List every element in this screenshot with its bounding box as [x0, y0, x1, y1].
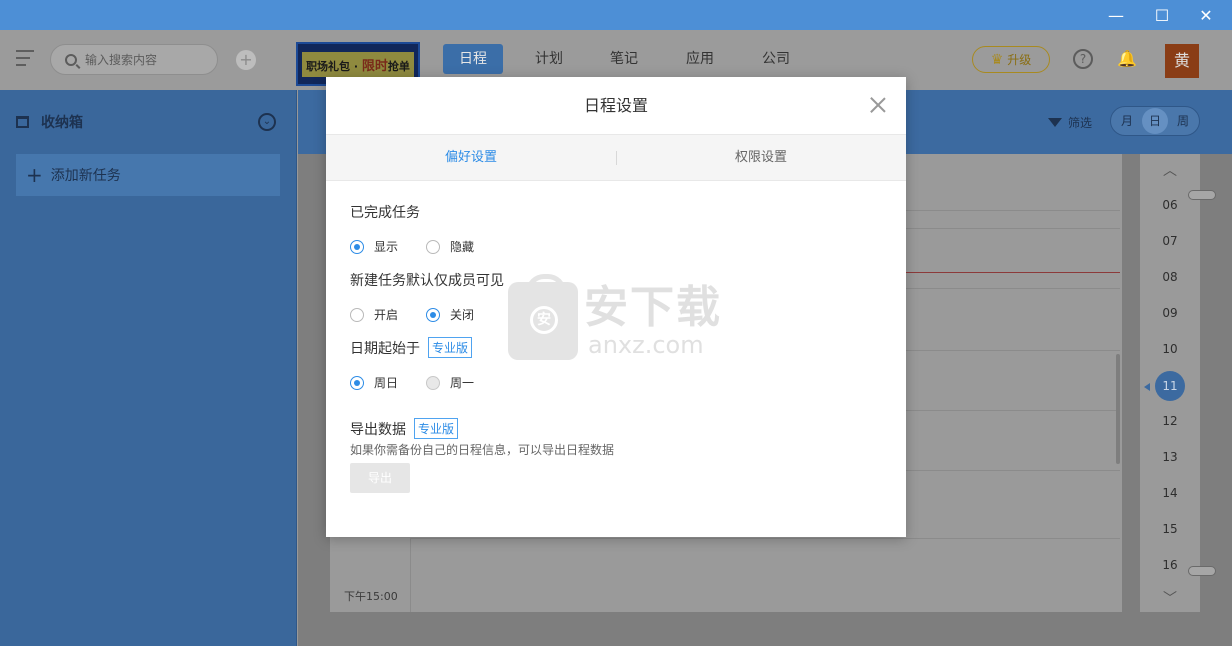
filter-icon [1048, 118, 1062, 127]
slider-handle-top[interactable] [1188, 190, 1216, 200]
add-task-button[interactable]: + 添加新任务 [16, 154, 280, 196]
shopping-bag-icon: 安 [508, 274, 578, 360]
export-hint: 如果你需备份自己的日程信息，可以导出日程数据 [350, 443, 615, 457]
radio-dot [350, 307, 364, 322]
filter-button[interactable]: 筛选 [1048, 114, 1092, 131]
hour-item[interactable]: 09 [1140, 306, 1200, 320]
hour-item[interactable]: 06 [1140, 198, 1200, 212]
radio-dot [426, 307, 440, 322]
chevron-down-icon[interactable]: ﹀ [1140, 588, 1200, 608]
default-visibility-label: 新建任务默认仅成员可见 [350, 273, 504, 289]
search-icon [65, 53, 77, 66]
watermark: 安 安下载 anxz.com [508, 274, 723, 362]
radio-hide[interactable]: 隐藏 [426, 238, 474, 255]
radio-dot [350, 375, 364, 390]
current-hour-marker [1144, 383, 1150, 391]
plus-icon: + [26, 163, 43, 187]
export-label: 导出数据 专业版 [350, 418, 459, 439]
view-month[interactable]: 月 [1114, 108, 1140, 134]
time-label: 下午15:00 [344, 590, 398, 603]
chevron-down-icon[interactable]: ⌄ [258, 113, 276, 131]
hour-item[interactable]: 14 [1140, 486, 1200, 500]
banner-highlight: 限时 [361, 58, 388, 74]
radio-dot [426, 239, 440, 254]
search-input[interactable]: 输入搜索内容 [50, 44, 218, 75]
calendar-scrollbar[interactable] [1116, 354, 1120, 464]
hour-item[interactable]: 13 [1140, 450, 1200, 464]
close-window-button[interactable]: ✕ [1186, 0, 1226, 30]
view-week[interactable]: 周 [1170, 108, 1196, 134]
hour-item[interactable]: 12 [1140, 414, 1200, 428]
avatar[interactable]: 黄 [1165, 44, 1199, 78]
tab-preferences[interactable]: 偏好设置 [326, 135, 616, 181]
hour-item[interactable]: 10 [1140, 342, 1200, 356]
bell-icon[interactable]: 🔔 [1117, 49, 1137, 69]
search-placeholder: 输入搜索内容 [85, 53, 158, 67]
upgrade-button[interactable]: ♛ 升级 [972, 46, 1050, 73]
watermark-bag-char: 安 [530, 306, 558, 334]
maximize-button[interactable]: ☐ [1142, 0, 1182, 30]
inbox-label: 收纳箱 [41, 115, 83, 131]
tab-permissions[interactable]: 权限设置 [616, 135, 906, 181]
radio-on[interactable]: 开启 [350, 306, 398, 323]
hour-item[interactable]: 07 [1140, 234, 1200, 248]
inbox-header[interactable]: 收纳箱 [16, 112, 83, 132]
tab-notes[interactable]: 笔记 [594, 44, 654, 74]
title-bar: — ☐ ✕ [0, 0, 1232, 30]
tab-apps[interactable]: 应用 [670, 44, 730, 74]
watermark-cn: 安下载 [584, 282, 722, 333]
hour-item[interactable]: 08 [1140, 270, 1200, 284]
radio-dot [426, 375, 440, 390]
close-icon[interactable] [868, 95, 888, 115]
inbox-icon [16, 116, 29, 128]
radio-monday[interactable]: 周一 [426, 374, 474, 391]
export-button[interactable]: 导出 [350, 463, 410, 493]
slider-handle-bottom[interactable] [1188, 566, 1216, 576]
pro-badge: 专业版 [428, 337, 473, 358]
radio-dot [350, 239, 364, 254]
radio-show[interactable]: 显示 [350, 238, 398, 255]
crown-icon: ♛ [990, 51, 1004, 68]
tab-schedule[interactable]: 日程 [443, 44, 503, 74]
menu-icon[interactable] [16, 50, 34, 68]
grid-line [410, 538, 1120, 539]
radio-sunday[interactable]: 周日 [350, 374, 398, 391]
sidebar: 收纳箱 ⌄ + 添加新任务 [0, 90, 297, 646]
hour-item[interactable]: 15 [1140, 522, 1200, 536]
tab-plan[interactable]: 计划 [519, 44, 579, 74]
filter-label: 筛选 [1068, 116, 1093, 130]
dialog-tabs: 偏好设置 权限设置 [326, 134, 906, 181]
hour-selector: ︿ 06 07 08 09 10 11 12 13 14 15 16 ﹀ [1140, 154, 1200, 612]
week-start-label: 日期起始于 专业版 [350, 337, 473, 358]
chevron-up-icon[interactable]: ︿ [1140, 160, 1200, 180]
hour-item-current[interactable]: 11 [1155, 371, 1185, 401]
view-switch: 月 日 周 [1110, 106, 1200, 136]
upgrade-label: 升级 [1007, 53, 1032, 67]
time-column-divider [410, 538, 411, 612]
watermark-en: anxz.com [588, 331, 704, 359]
dialog-title: 日程设置 [583, 96, 648, 115]
radio-off[interactable]: 关闭 [426, 306, 474, 323]
minimize-button[interactable]: — [1096, 0, 1136, 30]
tab-company[interactable]: 公司 [746, 44, 806, 74]
banner-text: 职场礼包 · [306, 59, 362, 73]
view-day[interactable]: 日 [1142, 108, 1168, 134]
add-task-label: 添加新任务 [50, 168, 121, 184]
help-icon[interactable]: ? [1073, 49, 1093, 69]
pro-badge: 专业版 [414, 418, 459, 439]
banner-text-2: 抢单 [387, 59, 410, 73]
add-icon[interactable]: + [236, 50, 256, 70]
completed-tasks-label: 已完成任务 [350, 205, 420, 221]
